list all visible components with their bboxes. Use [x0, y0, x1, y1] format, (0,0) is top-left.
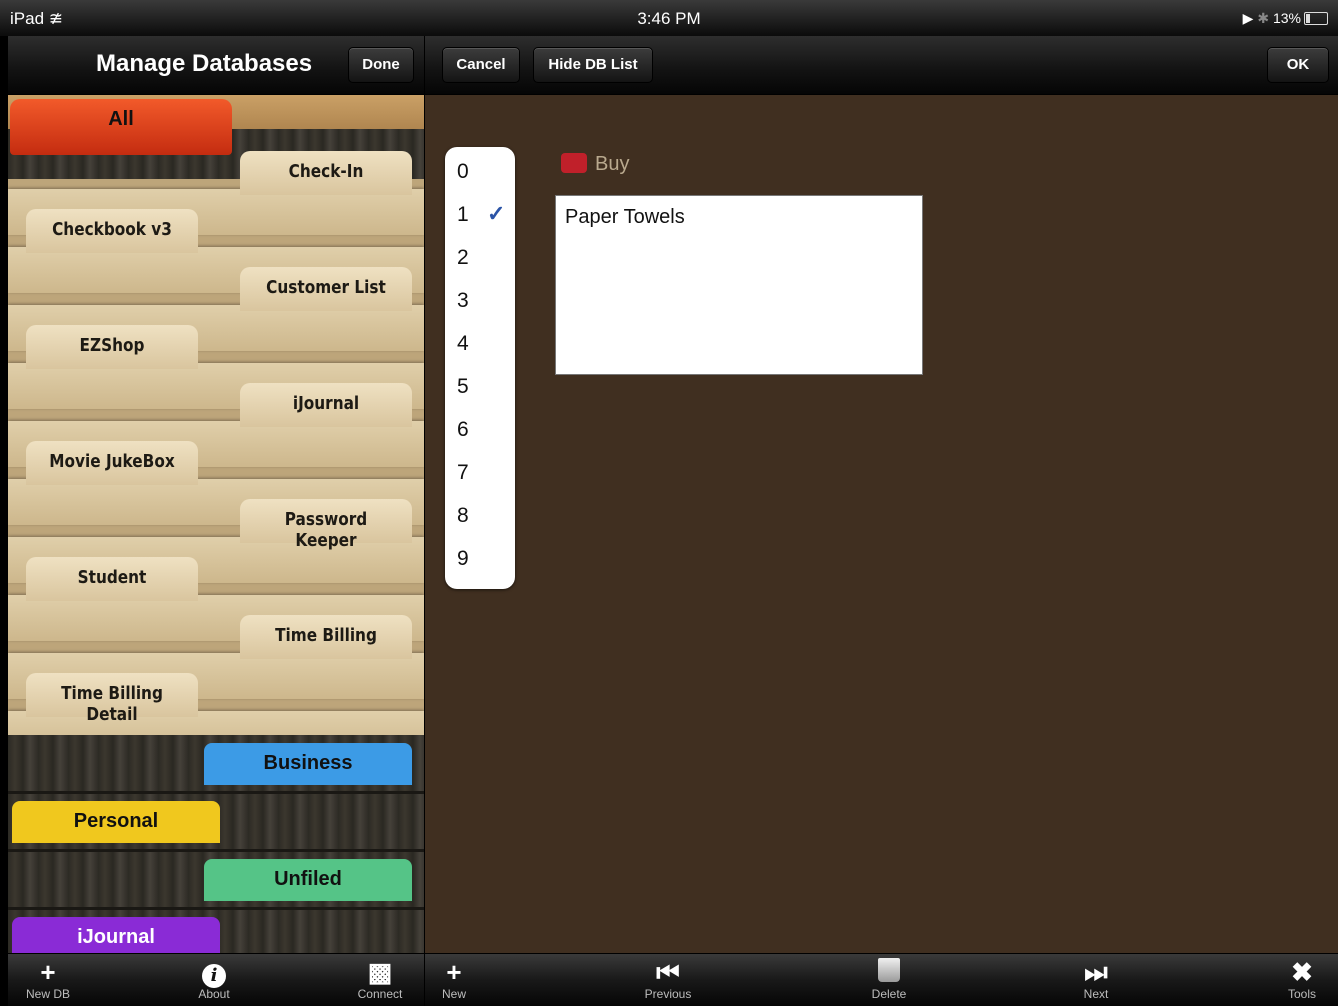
database-list: All Check-In Checkbook v3 Customer List … — [8, 95, 424, 953]
next-label: Next — [1083, 987, 1109, 1001]
category-label: iJournal — [77, 926, 155, 948]
hide-db-list-button[interactable]: Hide DB List — [533, 47, 653, 83]
left-toolbar: + New DB i About ▩ Connect — [8, 953, 424, 1006]
right-nav-bar: Cancel Hide DB List OK — [425, 36, 1338, 95]
category-tab-unfiled[interactable]: Unfiled — [204, 859, 412, 901]
category-tab-personal[interactable]: Personal — [12, 801, 220, 843]
about-button[interactable]: i About — [169, 958, 259, 1000]
picker-option[interactable]: 7 — [457, 458, 469, 488]
picker-option[interactable]: 9 — [457, 544, 469, 574]
info-icon: i — [169, 958, 259, 988]
folder-label: Student — [77, 567, 147, 588]
buy-label: Buy — [595, 153, 630, 175]
category-tab-business[interactable]: Business — [204, 743, 412, 785]
cancel-button[interactable]: Cancel — [442, 47, 520, 83]
tools-label: Tools — [1287, 987, 1316, 1001]
category-label: Unfiled — [274, 868, 342, 890]
all-tab-label: All — [108, 108, 134, 130]
trash-icon — [844, 958, 934, 988]
number-picker[interactable]: 0 1 2 3 4 5 6 7 8 9 ✓ — [445, 147, 515, 589]
previous-button[interactable]: ⏮ Previous — [623, 958, 713, 1000]
all-databases-tab[interactable]: All — [10, 99, 232, 155]
right-toolbar: + New ⏮ Previous Delete ⏭ Next ✖ Tools — [425, 953, 1338, 1006]
category-label: Business — [263, 752, 353, 774]
picker-option[interactable]: 4 — [457, 329, 469, 359]
status-bar: iPad ≇ 3:46 PM ▶ ✱ 13% — [0, 0, 1338, 36]
picker-option[interactable]: 0 — [457, 157, 469, 187]
done-button[interactable]: Done — [348, 47, 414, 83]
checkmark-icon: ✓ — [487, 201, 506, 226]
new-db-button[interactable]: + New DB — [3, 958, 93, 1000]
page-title: Manage Databases — [96, 50, 313, 77]
picker-option[interactable]: 3 — [457, 286, 469, 316]
battery-icon — [1304, 12, 1328, 25]
status-time: 3:46 PM — [637, 9, 701, 28]
delete-button[interactable]: Delete — [844, 958, 934, 1000]
folder-label: iJournal — [292, 393, 360, 414]
folder-label: Time Billing Detail — [61, 683, 163, 725]
record-view: 0 1 2 3 4 5 6 7 8 9 ✓ Buy Paper Towels — [425, 95, 1338, 953]
new-db-label: New DB — [25, 987, 70, 1001]
picker-option[interactable]: 2 — [457, 243, 469, 273]
folder-label: EZShop — [79, 335, 145, 356]
tools-button[interactable]: ✖ Tools — [1257, 958, 1338, 1000]
divider — [8, 791, 424, 794]
buy-checkbox[interactable] — [561, 153, 587, 173]
bluetooth-icon: ✱ — [1257, 10, 1270, 26]
tools-icon: ✖ — [1291, 957, 1313, 987]
note-text-field[interactable]: Paper Towels — [555, 195, 923, 375]
picker-option[interactable]: 5 — [457, 372, 469, 402]
picker-option-selected[interactable]: 1 — [457, 200, 469, 230]
play-icon: ▶ — [1242, 10, 1254, 26]
divider — [8, 849, 424, 852]
divider — [8, 907, 424, 910]
previous-label: Previous — [644, 987, 692, 1001]
category-tab-ijournal[interactable]: iJournal — [12, 917, 220, 953]
folder-label: Password Keeper — [284, 509, 368, 551]
folder-label: Check-In — [288, 161, 364, 182]
picker-option[interactable]: 6 — [457, 415, 469, 445]
next-icon: ⏭ — [1084, 957, 1108, 987]
ok-button[interactable]: OK — [1267, 47, 1329, 83]
previous-icon: ⏮ — [656, 957, 680, 987]
new-label: New — [441, 987, 466, 1001]
new-record-button[interactable]: + New — [409, 958, 499, 1000]
folder-label: Customer List — [266, 277, 386, 298]
battery-percent: 13% — [1272, 10, 1301, 26]
folder-label: Time Billing — [275, 625, 377, 646]
folder-label: Movie JukeBox — [49, 451, 175, 472]
delete-label: Delete — [871, 987, 907, 1001]
status-right: ▶ ✱ 13% — [1243, 10, 1328, 27]
category-label: Personal — [73, 810, 159, 832]
folder-label: Checkbook v3 — [52, 219, 172, 240]
picker-option[interactable]: 8 — [457, 501, 469, 531]
left-nav-bar: Manage Databases Done — [8, 36, 424, 95]
plus-icon: + — [446, 957, 462, 987]
next-button[interactable]: ⏭ Next — [1051, 958, 1141, 1000]
plus-icon: + — [40, 957, 56, 987]
about-label: About — [198, 987, 230, 1001]
